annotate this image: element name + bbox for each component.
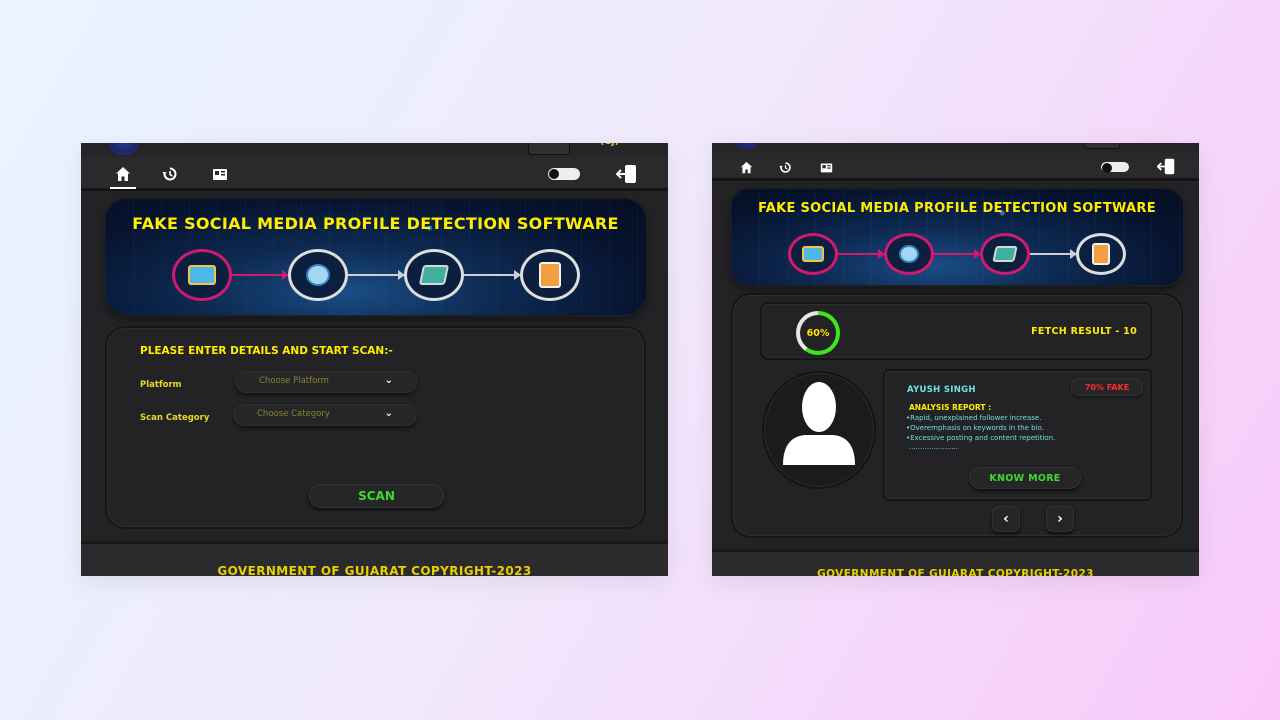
- user-silhouette-icon: [783, 382, 855, 465]
- scan-category-label: Scan Category: [140, 413, 210, 423]
- report-line: •Excessive posting and content repetitio…: [906, 434, 1056, 442]
- avatar: [762, 371, 876, 489]
- report-line: ......................: [909, 443, 958, 451]
- chevron-right-icon: ›: [1057, 511, 1063, 527]
- report-icon[interactable]: [211, 165, 229, 183]
- result-panel: 60% FETCH RESULT - 10 AYUSH SINGH 70% FA…: [731, 293, 1183, 538]
- nav-bar: [712, 153, 1199, 181]
- partial-top-label: (GJ): [600, 143, 619, 147]
- report-icon[interactable]: [817, 158, 835, 176]
- chevron-left-icon: ‹: [1003, 511, 1009, 527]
- scan-screen: (GJ) FAKE SOCIAL MEDIA PROFILE DETECTION…: [81, 143, 668, 576]
- platform-select-value: Choose Platform: [259, 376, 329, 386]
- banner: FAKE SOCIAL MEDIA PROFILE DETECTION SOFT…: [105, 199, 646, 315]
- report-node-icon: [519, 249, 580, 301]
- flow-arrow: [838, 249, 885, 259]
- banner-title: FAKE SOCIAL MEDIA PROFILE DETECTION SOFT…: [132, 214, 619, 233]
- next-button[interactable]: ›: [1046, 506, 1074, 532]
- home-icon[interactable]: [737, 158, 755, 176]
- computer-node-icon: [403, 249, 464, 301]
- banner: FAKE SOCIAL MEDIA PROFILE DETECTION SOFT…: [731, 189, 1183, 285]
- history-icon[interactable]: [776, 158, 794, 176]
- flow-arrow: [934, 249, 981, 259]
- footer-copyright: GOVERNMENT OF GUJARAT COPYRIGHT-2023: [217, 564, 532, 576]
- progress-label: 60%: [800, 315, 836, 351]
- theme-toggle[interactable]: [1101, 162, 1129, 173]
- know-more-button[interactable]: KNOW MORE: [969, 467, 1081, 489]
- computer-node-icon: [980, 233, 1030, 275]
- fake-score-badge: 70% FAKE: [1071, 378, 1143, 396]
- platform-label: Platform: [140, 380, 182, 390]
- previous-button[interactable]: ‹: [992, 506, 1020, 532]
- data-input-node-icon: [788, 233, 838, 275]
- top-strip: [81, 143, 668, 157]
- flow-arrow: [231, 270, 289, 280]
- footer-copyright: GOVERNMENT OF GUJARAT COPYRIGHT-2023: [817, 568, 1094, 576]
- chevron-down-icon: ⌄: [384, 408, 393, 419]
- flow-arrow: [347, 270, 405, 280]
- chevron-down-icon: ⌄: [384, 375, 393, 386]
- profile-tab[interactable]: [528, 143, 570, 155]
- progress-ring: 60%: [796, 311, 840, 355]
- fetch-result-text: FETCH RESULT - 10: [1031, 326, 1137, 337]
- platform-select[interactable]: Choose Platform ⌄: [235, 371, 417, 393]
- report-line: •Overemphasis on keywords in the bio.: [906, 424, 1044, 432]
- profile-tab[interactable]: [1084, 143, 1120, 149]
- theme-toggle[interactable]: [548, 168, 580, 180]
- report-node-icon: [1076, 233, 1126, 275]
- ai-analysis-node-icon: [287, 249, 348, 301]
- logout-icon[interactable]: [615, 163, 638, 185]
- ai-analysis-node-icon: [884, 233, 934, 275]
- footer: GOVERNMENT OF GUJARAT COPYRIGHT-2023: [712, 549, 1199, 576]
- banner-title: FAKE SOCIAL MEDIA PROFILE DETECTION SOFT…: [758, 201, 1156, 216]
- footer: GOVERNMENT OF GUJARAT COPYRIGHT-2023: [81, 541, 668, 576]
- report-line: •Rapid, unexplained follower increase.: [906, 414, 1042, 422]
- profile-name: AYUSH SINGH: [907, 385, 976, 395]
- flow-arrow: [463, 270, 521, 280]
- analysis-report-title: ANALYSIS REPORT :: [909, 403, 992, 412]
- scan-category-select[interactable]: Choose Category ⌄: [233, 404, 417, 426]
- process-flow: [731, 233, 1183, 275]
- fetch-summary: 60% FETCH RESULT - 10: [760, 302, 1152, 360]
- scan-button[interactable]: SCAN: [309, 484, 444, 508]
- top-strip: [712, 143, 1199, 153]
- data-input-node-icon: [171, 249, 232, 301]
- flow-arrow: [1030, 249, 1077, 259]
- form-heading: PLEASE ENTER DETAILS AND START SCAN:-: [140, 345, 393, 357]
- result-screen: FAKE SOCIAL MEDIA PROFILE DETECTION SOFT…: [712, 143, 1199, 576]
- history-icon[interactable]: [161, 165, 179, 183]
- process-flow: [105, 249, 646, 301]
- home-icon[interactable]: [110, 165, 136, 189]
- scan-category-select-value: Choose Category: [257, 409, 330, 419]
- scan-form-panel: PLEASE ENTER DETAILS AND START SCAN:- Pl…: [105, 326, 646, 529]
- profile-result-card: AYUSH SINGH 70% FAKE ANALYSIS REPORT : •…: [883, 369, 1152, 501]
- nav-bar: [81, 157, 668, 191]
- logout-icon[interactable]: [1156, 157, 1177, 177]
